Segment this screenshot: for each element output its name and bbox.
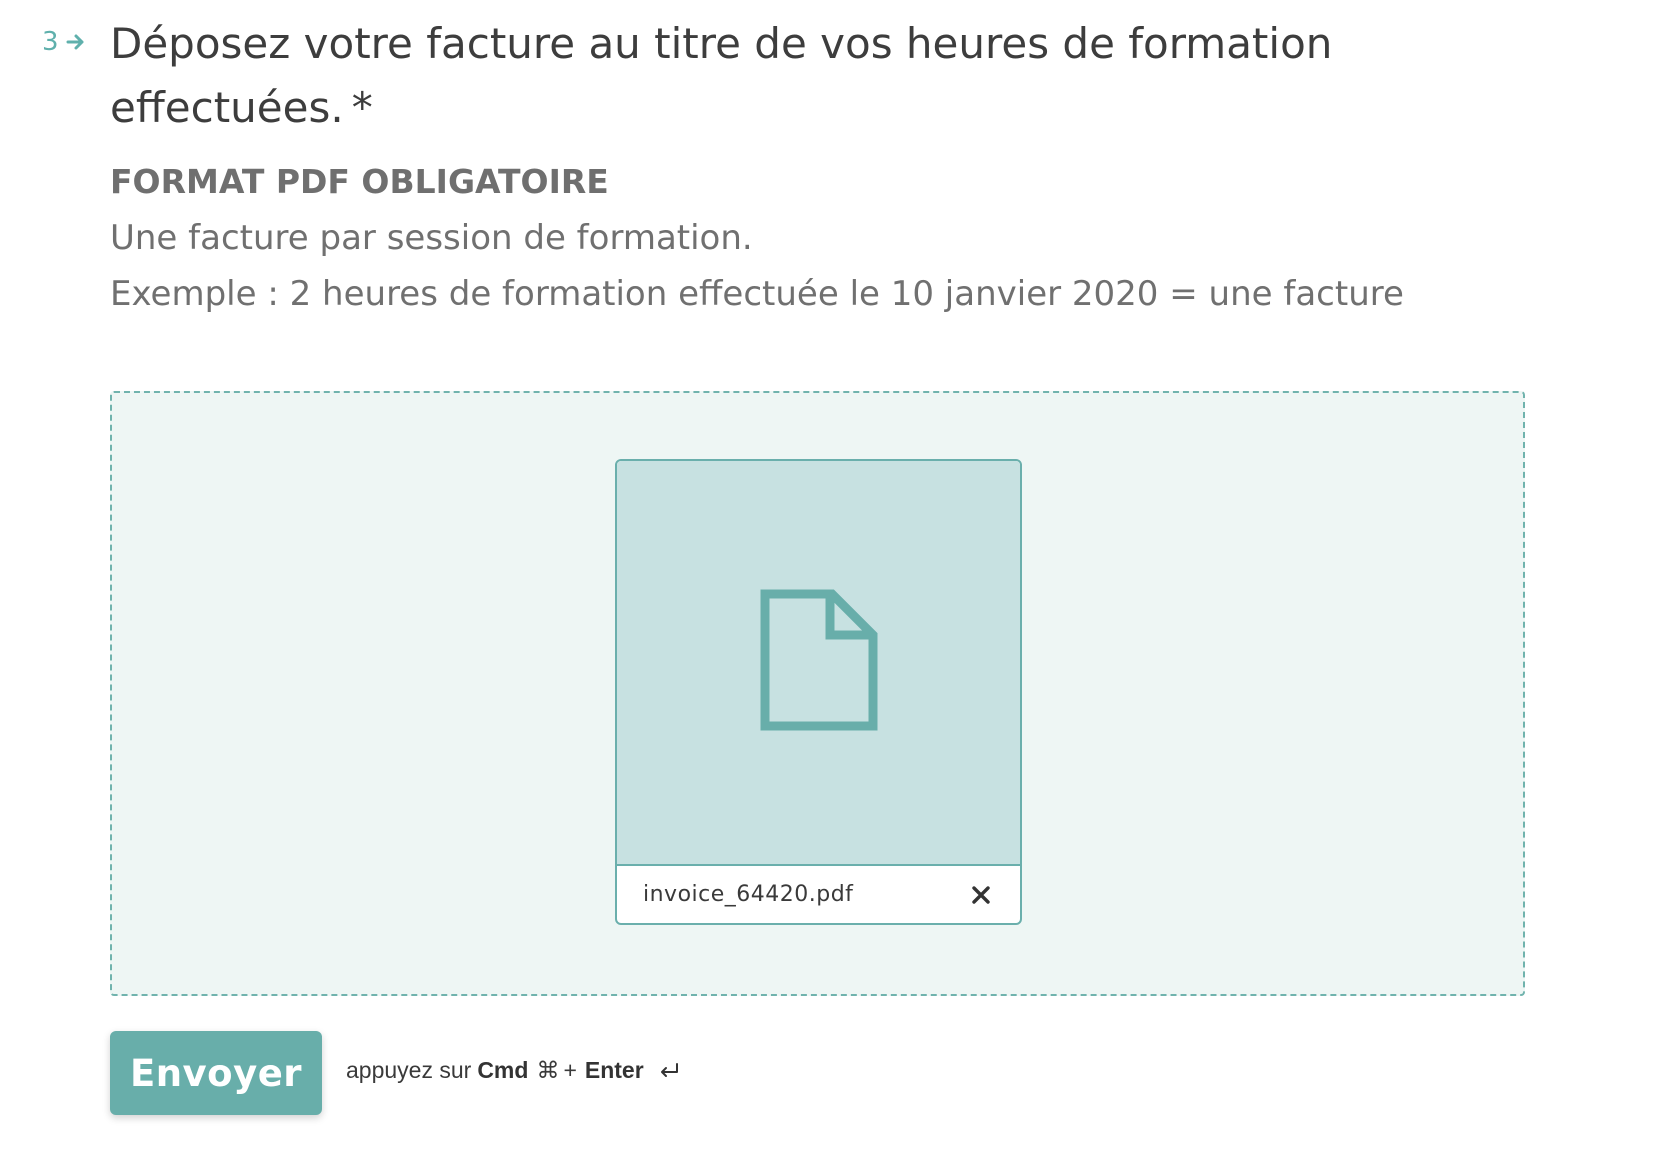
file-footer: invoice_64420.pdf (617, 866, 1020, 923)
question-number: 3 (42, 26, 87, 58)
uploaded-file-card: invoice_64420.pdf (615, 459, 1022, 925)
question-subtitle: FORMAT PDF OBLIGATOIRE (110, 162, 609, 201)
question-description-line: Exemple : 2 heures de formation effectué… (110, 274, 1404, 314)
command-symbol: ⌘ (536, 1057, 560, 1083)
remove-file-button[interactable] (966, 880, 996, 910)
question-title: Déposez votre facture au titre de vos he… (110, 12, 1510, 140)
keyboard-shortcut-hint: appuyez sur Cmd ⌘ + Enter (346, 1057, 680, 1084)
submit-button[interactable]: Envoyer (110, 1031, 322, 1115)
arrow-right-icon (66, 34, 84, 50)
file-preview (617, 461, 1020, 866)
shortcut-key-enter: Enter (584, 1057, 644, 1083)
question-number-label: 3 (42, 27, 59, 57)
document-icon (760, 589, 877, 730)
question-description-line: Une facture par session de formation. (110, 218, 753, 258)
question-title-text: Déposez votre facture au titre de vos he… (110, 19, 1333, 132)
shortcut-key-cmd: Cmd (477, 1057, 529, 1083)
close-icon (972, 885, 990, 904)
form-page: 3 Déposez votre facture au titre de vos … (0, 0, 1672, 1152)
file-name: invoice_64420.pdf (643, 882, 854, 907)
required-marker: * (351, 83, 373, 132)
shortcut-hint-prefix: appuyez sur (346, 1057, 472, 1083)
shortcut-plus: + (563, 1057, 577, 1083)
file-dropzone[interactable]: invoice_64420.pdf (110, 391, 1525, 996)
enter-return-icon (660, 1062, 678, 1077)
